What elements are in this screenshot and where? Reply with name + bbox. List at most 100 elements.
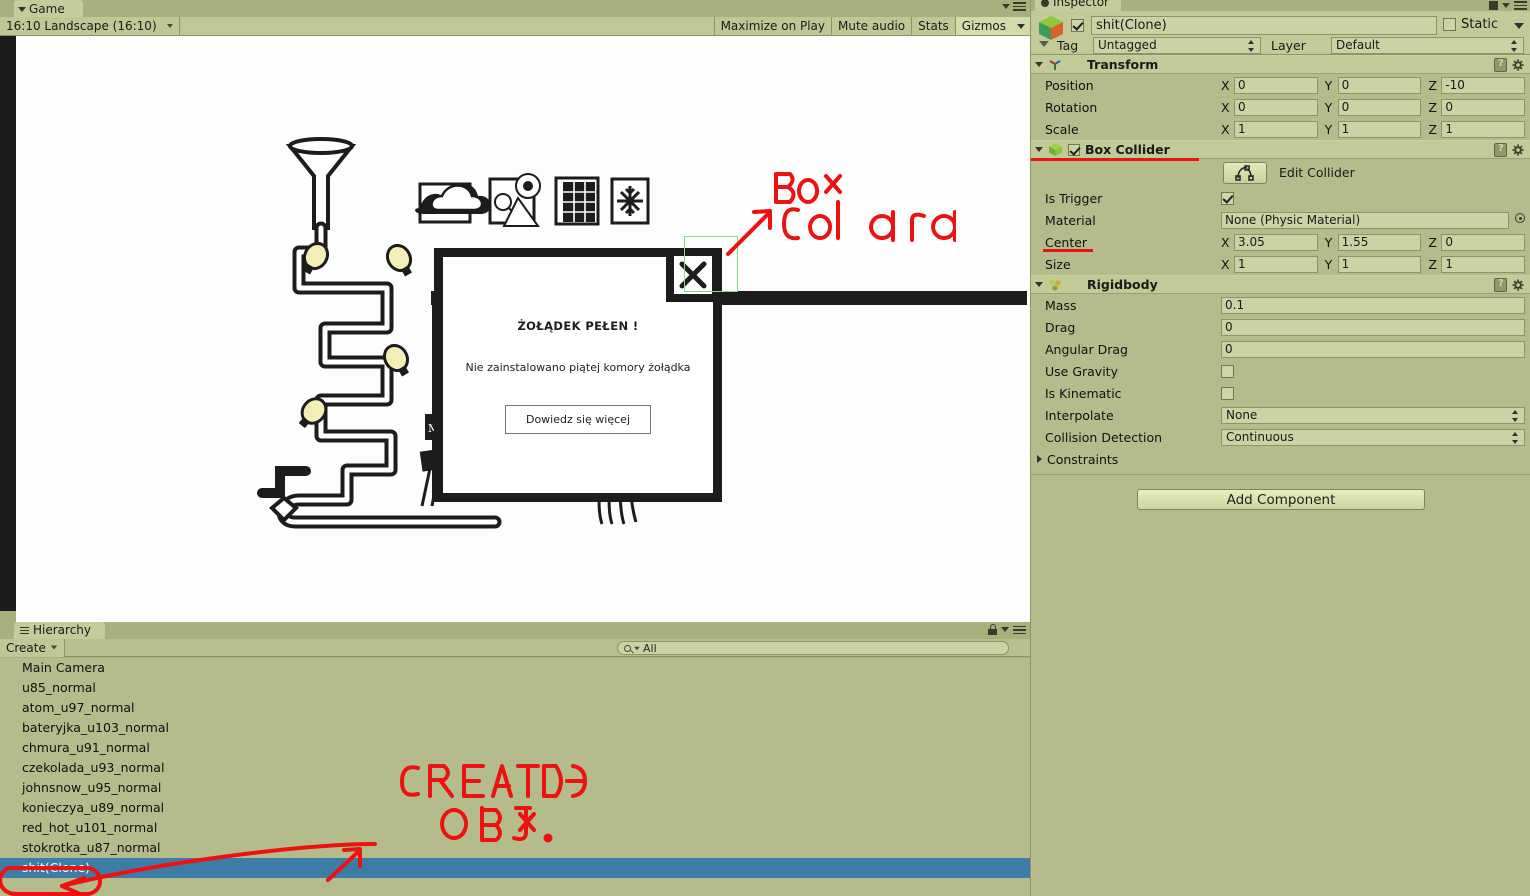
lock-icon[interactable] <box>988 624 997 635</box>
component-tools[interactable] <box>1494 143 1525 157</box>
box-collider-component-header[interactable]: Box Collider <box>1031 140 1530 161</box>
list-item[interactable]: atom_u97_normal <box>0 698 1030 718</box>
object-picker-icon[interactable] <box>1515 213 1525 223</box>
is-trigger-row: Is Trigger <box>1031 187 1530 209</box>
scale-z-field[interactable]: 1 <box>1441 120 1526 138</box>
component-tools[interactable] <box>1494 58 1525 72</box>
chevron-down-icon[interactable] <box>1035 147 1043 152</box>
mass-row: Mass 0.1 <box>1031 294 1530 316</box>
rotation-label: Rotation <box>1045 99 1098 115</box>
stats-button[interactable]: Stats <box>912 17 956 35</box>
edit-collider-button[interactable] <box>1223 162 1267 184</box>
static-checkbox[interactable] <box>1443 18 1456 31</box>
transform-component-header[interactable]: Transform <box>1031 55 1530 74</box>
transform-scale-row: Scale X 1 Y 1 Z 1 <box>1031 118 1530 140</box>
lock-icon[interactable] <box>1489 0 1498 10</box>
size-x-field[interactable]: 1 <box>1234 255 1318 273</box>
create-button[interactable]: Create <box>0 638 65 657</box>
position-x-field[interactable]: 0 <box>1234 76 1318 94</box>
inspector-panel-controls[interactable] <box>1489 0 1527 10</box>
scale-y-field[interactable]: 1 <box>1337 120 1422 138</box>
rotation-z-field[interactable]: 0 <box>1441 98 1526 116</box>
chevron-down-icon[interactable] <box>1035 282 1043 287</box>
tab-game[interactable]: Game <box>14 0 83 17</box>
rotation-y-field[interactable]: 0 <box>1337 98 1422 116</box>
angular-drag-label: Angular Drag <box>1045 341 1128 357</box>
learn-more-button[interactable]: Dowiedz się więcej <box>504 405 652 434</box>
collision-detection-dropdown[interactable]: Continuous <box>1221 428 1525 446</box>
chevron-down-icon <box>18 6 26 12</box>
mass-label: Mass <box>1045 297 1077 313</box>
search-input[interactable]: All <box>617 641 1009 655</box>
game-render-area[interactable]: MILK ŻOŁĄDEK PEŁEN ! Nie zainstalowano p… <box>16 36 1030 622</box>
chevron-right-icon[interactable] <box>1037 455 1042 463</box>
search-value: All <box>643 641 657 655</box>
scale-x-field[interactable]: 1 <box>1234 120 1318 138</box>
game-panel-menu[interactable] <box>1002 1 1026 11</box>
is-trigger-checkbox[interactable] <box>1221 191 1234 205</box>
annotation-underline-center <box>1043 249 1093 252</box>
gear-icon[interactable] <box>1512 58 1525 72</box>
add-component-button[interactable]: Add Component <box>1137 489 1425 510</box>
gear-icon[interactable] <box>1512 278 1525 292</box>
help-book-icon[interactable] <box>1494 278 1507 292</box>
game-modal-dialog[interactable]: ŻOŁĄDEK PEŁEN ! Nie zainstalowano piątej… <box>434 248 722 502</box>
box-collider-enabled-checkbox[interactable] <box>1068 143 1080 156</box>
chevron-down-icon <box>50 645 58 650</box>
hierarchy-panel-controls[interactable] <box>988 624 1026 635</box>
center-y-field[interactable]: 1.55 <box>1337 233 1422 251</box>
component-tools[interactable] <box>1494 278 1525 292</box>
list-item[interactable]: u85_normal <box>0 678 1030 698</box>
is-kinematic-checkbox[interactable] <box>1221 386 1234 400</box>
collider-size-row: Size X 1 Y 1 Z 1 <box>1031 253 1530 275</box>
drag-field[interactable]: 0 <box>1221 318 1525 336</box>
list-item[interactable]: Main Camera <box>0 658 1030 678</box>
tab-hierarchy[interactable]: Hierarchy <box>14 622 106 639</box>
center-z-field[interactable]: 0 <box>1441 233 1526 251</box>
tab-inspector[interactable]: Inspector <box>1035 0 1121 11</box>
gameobject-enabled-checkbox[interactable] <box>1071 19 1084 32</box>
constraints-row[interactable]: Constraints <box>1031 448 1530 470</box>
gear-icon[interactable] <box>1512 143 1525 157</box>
aspect-ratio-dropdown[interactable]: 16:10 Landscape (16:10) <box>0 17 180 35</box>
gizmos-dropdown[interactable] <box>1012 17 1030 35</box>
position-label: Position <box>1045 77 1094 93</box>
tag-layer-row: Tag Untagged Layer Default <box>1031 37 1530 55</box>
axis-x-label: X <box>1221 256 1230 272</box>
help-book-icon[interactable] <box>1494 143 1507 157</box>
material-label: Material <box>1045 212 1096 228</box>
tag-dropdown[interactable]: Untagged <box>1093 37 1261 54</box>
updown-caret-icon <box>1511 40 1518 52</box>
chevron-down-icon <box>1017 23 1025 29</box>
axis-y-label: Y <box>1324 121 1333 137</box>
mute-audio-button[interactable]: Mute audio <box>832 17 913 35</box>
size-y-field[interactable]: 1 <box>1337 255 1422 273</box>
angular-drag-field[interactable]: 0 <box>1221 340 1525 358</box>
modal-close-button[interactable] <box>666 248 720 302</box>
use-gravity-checkbox[interactable] <box>1221 364 1234 378</box>
position-z-field[interactable]: -10 <box>1441 76 1526 94</box>
position-y-field[interactable]: 0 <box>1337 76 1422 94</box>
layer-value: Default <box>1336 38 1380 52</box>
layer-dropdown[interactable]: Default <box>1331 37 1524 54</box>
maximize-on-play-button[interactable]: Maximize on Play <box>714 17 833 35</box>
rotation-x-field[interactable]: 0 <box>1234 98 1318 116</box>
axis-z-label: Z <box>1428 256 1437 272</box>
gizmos-button[interactable]: Gizmos <box>955 17 1012 35</box>
help-book-icon[interactable] <box>1494 58 1507 72</box>
mass-field[interactable]: 0.1 <box>1221 296 1525 314</box>
size-z-field[interactable]: 1 <box>1441 255 1526 273</box>
chevron-down-icon[interactable] <box>1035 62 1043 67</box>
gameobject-name-field[interactable]: shit(Clone) <box>1091 16 1437 35</box>
interpolate-dropdown[interactable]: None <box>1221 406 1525 424</box>
rigidbody-component-header[interactable]: Rigidbody <box>1031 275 1530 294</box>
scale-label: Scale <box>1045 121 1079 137</box>
center-x-field[interactable]: 3.05 <box>1234 233 1318 251</box>
material-field[interactable]: None (Physic Material) <box>1221 211 1509 229</box>
is-kinematic-row: Is Kinematic <box>1031 382 1530 404</box>
axis-y-label: Y <box>1324 77 1333 93</box>
transform-title: Transform <box>1087 57 1159 72</box>
static-label: Static <box>1461 17 1499 32</box>
chevron-down-icon[interactable] <box>1514 23 1524 29</box>
list-item[interactable]: bateryjka_u103_normal <box>0 718 1030 738</box>
